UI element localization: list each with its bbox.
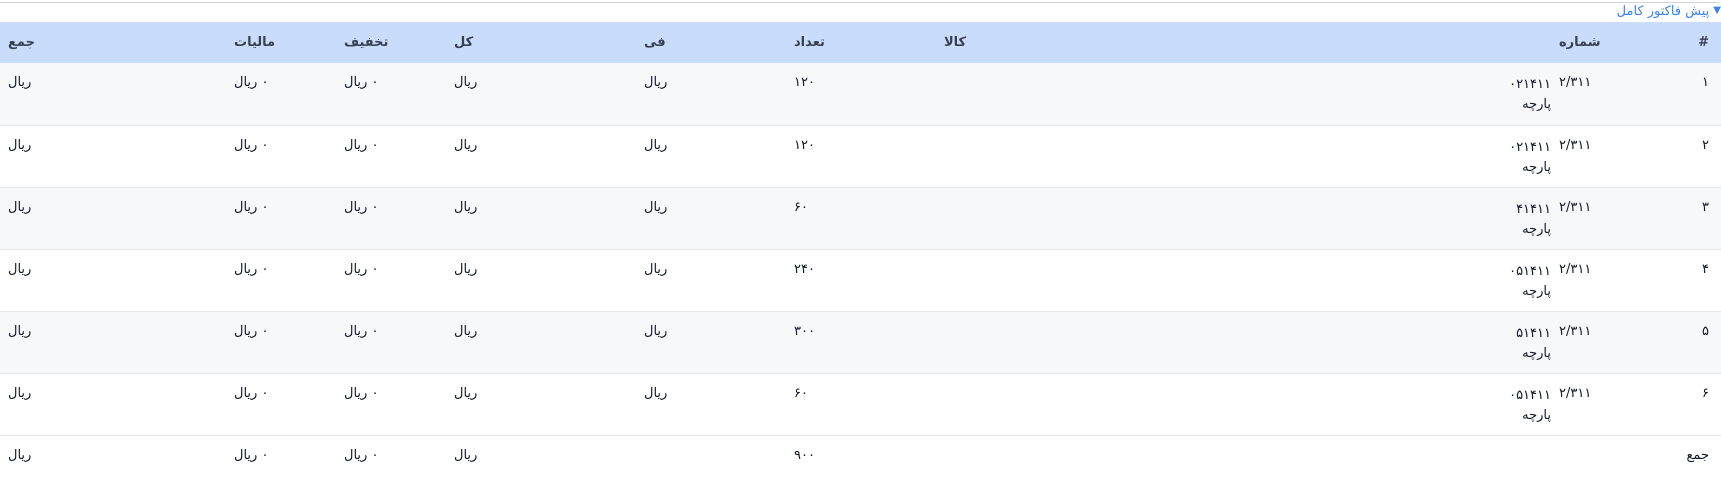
row-invoice: ۲/۳۱۱ — [1559, 75, 1592, 90]
row-unit-price: ریال — [644, 137, 668, 153]
row-number: ۵ — [1702, 323, 1709, 339]
summary-label: پیش فاکتور کامل — [1616, 3, 1710, 19]
col-header-tax: مالیات — [234, 35, 276, 50]
product-code: ۰۲۱۴۱۱ — [1509, 77, 1551, 92]
row-invoice: ۲/۳۱۱ — [1559, 137, 1592, 153]
row-amount: ریال — [454, 199, 478, 215]
totals-total: ریال — [8, 447, 32, 463]
table-row: ۵ ۲/۳۱۱ ۵۱۴۱۱ پارچه ۳۰۰ ریال ریال ۰ ریال … — [0, 311, 1721, 373]
row-total: ریال — [8, 385, 32, 401]
col-header-product: کالا — [944, 35, 967, 50]
col-header-invoice: شماره — [1559, 35, 1601, 50]
row-qty: ۶۰ — [794, 199, 808, 215]
row-tax: ۰ ریال — [234, 261, 269, 277]
row-invoice: ۲/۳۱۱ — [1559, 323, 1592, 339]
row-total: ریال — [8, 261, 32, 277]
product-code: ۵۱۴۱۱ — [1516, 325, 1551, 341]
row-unit-price: ریال — [644, 75, 668, 90]
product-code: ۰۵۱۴۱۱ — [1509, 263, 1551, 279]
row-product: ۰۵۱۴۱۱ پارچه — [936, 373, 1551, 435]
row-number: ۳ — [1702, 199, 1709, 215]
table-header-row: # شماره کالا تعداد فی کل تخفیف مالیات جم… — [0, 22, 1721, 63]
col-header-number: # — [1698, 35, 1709, 50]
col-header-discount: تخفیف — [344, 35, 389, 50]
row-invoice: ۲/۳۱۱ — [1559, 261, 1592, 277]
row-qty: ۱۲۰ — [794, 75, 815, 90]
col-header-amount: کل — [454, 35, 474, 50]
row-unit-price: ریال — [644, 385, 668, 401]
table-row: ۶ ۲/۳۱۱ ۰۵۱۴۱۱ پارچه ۶۰ ریال ریال ۰ ریال … — [0, 373, 1721, 435]
row-discount: ۰ ریال — [344, 323, 379, 339]
table-row: ۲ ۲/۳۱۱ ۰۲۱۴۱۱ پارچه ۱۲۰ ریال ریال ۰ ریال… — [0, 125, 1721, 187]
row-qty: ۱۲۰ — [794, 137, 815, 153]
totals-tax: ۰ ریال — [234, 447, 269, 463]
product-code: ۰۲۱۴۱۱ — [1509, 139, 1551, 155]
row-invoice: ۲/۳۱۱ — [1559, 385, 1592, 401]
row-number: ۲ — [1702, 137, 1709, 153]
row-tax: ۰ ریال — [234, 385, 269, 401]
row-discount: ۰ ریال — [344, 137, 379, 153]
row-amount: ریال — [454, 137, 478, 153]
col-header-total: جمع — [8, 35, 35, 50]
row-product: ۰۲۱۴۱۱ پارچه — [936, 63, 1551, 125]
row-unit-price: ریال — [644, 323, 668, 339]
row-product: ۰۵۱۴۱۱ پارچه — [936, 249, 1551, 311]
top-divider — [0, 2, 1719, 3]
product-code: ۰۵۱۴۱۱ — [1509, 387, 1551, 403]
product-unit: پارچه — [1522, 97, 1551, 112]
row-qty: ۶۰ — [794, 385, 808, 401]
product-unit: پارچه — [1522, 159, 1551, 175]
row-total: ریال — [8, 137, 32, 153]
product-unit: پارچه — [1522, 221, 1551, 237]
row-qty: ۳۰۰ — [794, 323, 815, 339]
row-number: ۴ — [1702, 261, 1709, 277]
totals-unit-price-empty — [636, 435, 786, 475]
row-number: ۶ — [1702, 385, 1709, 401]
row-amount: ریال — [454, 385, 478, 401]
row-discount: ۰ ریال — [344, 75, 379, 90]
totals-amount: ریال — [454, 447, 478, 463]
totals-row: جمع ۹۰۰ ریال ۰ ریال ۰ ریال ریال — [0, 435, 1721, 475]
totals-discount: ۰ ریال — [344, 447, 379, 463]
row-product: ۰۲۱۴۱۱ پارچه — [936, 125, 1551, 187]
table-row: ۱ ۲/۳۱۱ ۰۲۱۴۱۱ پارچه ۱۲۰ ریال ریال ۰ ریال… — [0, 63, 1721, 125]
row-discount: ۰ ریال — [344, 199, 379, 215]
invoice-table: # شماره کالا تعداد فی کل تخفیف مالیات جم… — [0, 22, 1721, 475]
row-tax: ۰ ریال — [234, 199, 269, 215]
row-amount: ریال — [454, 323, 478, 339]
invoice-summary-toggle[interactable]: ▼ پیش فاکتور کامل — [1617, 3, 1721, 19]
row-total: ریال — [8, 75, 32, 90]
row-discount: ۰ ریال — [344, 261, 379, 277]
col-header-qty: تعداد — [794, 35, 825, 50]
row-qty: ۲۴۰ — [794, 261, 815, 277]
row-product: ۵۱۴۱۱ پارچه — [936, 311, 1551, 373]
row-unit-price: ریال — [644, 199, 668, 215]
caret-down-icon: ▼ — [1713, 5, 1721, 16]
totals-qty: ۹۰۰ — [794, 447, 815, 463]
row-tax: ۰ ریال — [234, 75, 269, 90]
col-header-unit-price: فی — [644, 35, 666, 50]
product-unit: پارچه — [1522, 345, 1551, 361]
totals-label: جمع — [1686, 447, 1709, 463]
row-amount: ریال — [454, 261, 478, 277]
product-code: ۴۱۴۱۱ — [1516, 201, 1551, 217]
row-invoice: ۲/۳۱۱ — [1559, 199, 1592, 215]
row-discount: ۰ ریال — [344, 385, 379, 401]
row-tax: ۰ ریال — [234, 323, 269, 339]
product-unit: پارچه — [1522, 407, 1551, 423]
row-total: ریال — [8, 199, 32, 215]
row-product: ۴۱۴۱۱ پارچه — [936, 187, 1551, 249]
row-amount: ریال — [454, 75, 478, 90]
table-row: ۴ ۲/۳۱۱ ۰۵۱۴۱۱ پارچه ۲۴۰ ریال ریال ۰ ریال… — [0, 249, 1721, 311]
row-number: ۱ — [1702, 75, 1709, 90]
row-total: ریال — [8, 323, 32, 339]
product-unit: پارچه — [1522, 283, 1551, 299]
row-unit-price: ریال — [644, 261, 668, 277]
row-tax: ۰ ریال — [234, 137, 269, 153]
table-row: ۳ ۲/۳۱۱ ۴۱۴۱۱ پارچه ۶۰ ریال ریال ۰ ریال ۰… — [0, 187, 1721, 249]
